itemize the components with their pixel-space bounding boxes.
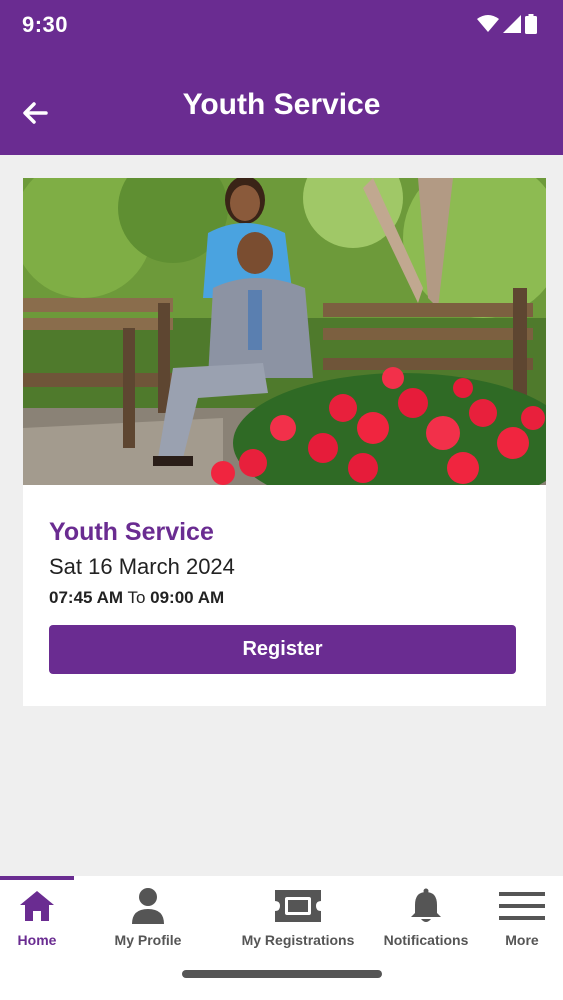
nav-home-label: Home [17,932,57,948]
register-button[interactable]: Register [49,625,516,674]
nav-more[interactable]: More [496,886,548,948]
signal-icon [503,15,521,33]
app-header: 9:30 Youth Service [0,0,563,155]
home-icon [20,891,54,921]
event-title: Youth Service [49,518,214,546]
nav-notifications[interactable]: Notifications [383,886,469,948]
event-card: Youth Service Sat 16 March 2024 07:45 AM… [23,178,546,706]
person-icon [132,888,164,924]
nav-my-registrations[interactable]: My Registrations [238,886,358,948]
page-title: Youth Service [182,88,381,121]
nav-my-profile-label: My Profile [114,932,182,948]
wifi-icon [477,15,499,32]
ticket-icon [275,890,321,922]
bottom-navigation: Home My Profile My Registrations Notific… [0,876,563,1000]
nav-my-profile[interactable]: My Profile [108,886,188,948]
event-time-separator: To [127,588,146,607]
event-end-time: 09:00 AM [150,588,225,607]
active-tab-indicator [0,876,74,880]
gesture-home-bar[interactable] [182,970,382,978]
event-image [23,178,546,485]
event-date: Sat 16 March 2024 [49,554,235,579]
nav-home[interactable]: Home [13,886,61,948]
event-start-time: 07:45 AM [49,588,124,607]
nav-my-registrations-label: My Registrations [241,932,355,948]
event-time: 07:45 AM To 09:00 AM [49,588,224,608]
menu-icon [499,892,545,920]
nav-more-label: More [505,932,539,948]
battery-icon [525,14,537,34]
status-time: 9:30 [22,12,69,37]
bell-icon [411,888,441,922]
nav-notifications-label: Notifications [383,932,469,948]
status-icons [477,14,537,34]
